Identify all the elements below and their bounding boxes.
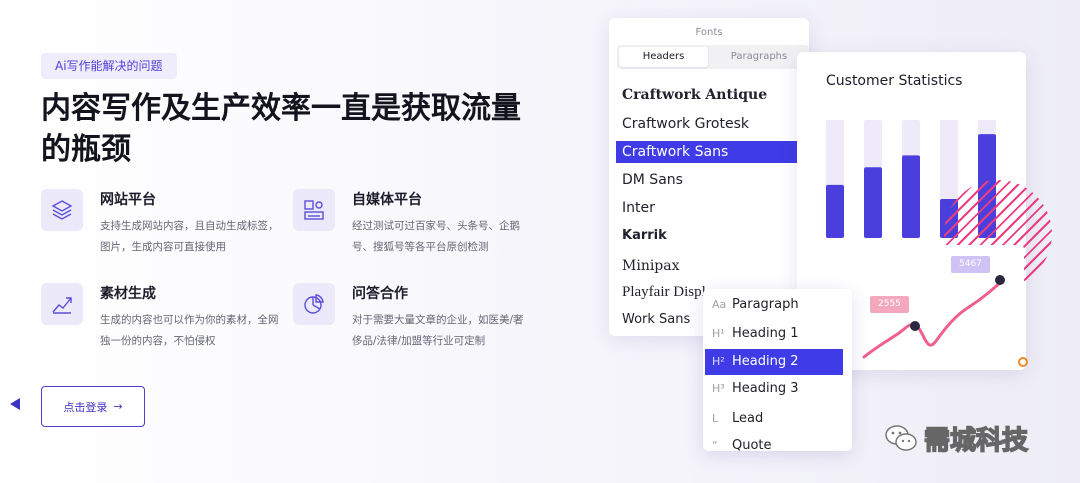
wechat-icon	[885, 425, 917, 451]
chart-title: Customer Statistics	[826, 73, 963, 89]
feature-desc: 生成的内容也可以作为你的素材，全网独一份的内容，不怕侵权	[100, 314, 279, 347]
heading-1-icon: H¹	[712, 327, 725, 340]
login-button-label: 点击登录	[63, 400, 108, 414]
carousel-prev-icon[interactable]	[10, 398, 20, 410]
data-point	[910, 321, 920, 331]
watermark: 需城科技	[884, 418, 1029, 458]
menu-item-paragraph[interactable]: Aa Paragraph	[703, 292, 852, 318]
feature-material-generation: 素材生成 生成的内容也可以作为你的素材，全网独一份的内容，不怕侵权	[41, 283, 281, 363]
quote-icon: “	[712, 439, 718, 452]
watermark-text: 需城科技	[923, 425, 1029, 457]
heading-2-icon: H²	[712, 355, 725, 368]
menu-item-label: Heading 2	[732, 354, 799, 369]
font-option[interactable]: Work Sans	[622, 309, 690, 331]
feature-desc: 支持生成网站内容，且自动生成标签，图片，生成内容可直接使用	[100, 220, 279, 253]
font-option-selected[interactable]: Craftwork Sans	[616, 141, 804, 163]
feature-qa-cooperation: 问答合作 对于需要大量文章的企业，如医美/奢侈品/法律/加盟等行业可定制	[293, 283, 533, 363]
heading-3-icon: H³	[712, 382, 725, 395]
paragraph-icon: Aa	[712, 298, 727, 311]
menu-item-label: Paragraph	[732, 297, 799, 312]
tab-headers[interactable]: Headers	[619, 47, 708, 67]
layers-icon	[41, 189, 83, 231]
feature-title: 网站平台	[100, 192, 156, 208]
orange-dot-decoration	[1018, 357, 1028, 367]
feature-website-platform: 网站平台 支持生成网站内容，且自动生成标签，图片，生成内容可直接使用	[41, 189, 281, 269]
lead-icon: L	[712, 412, 719, 425]
media-icon	[293, 189, 335, 231]
growth-chart-icon	[41, 283, 83, 325]
menu-item-quote[interactable]: “ Quote	[703, 433, 852, 459]
bar	[902, 155, 920, 238]
fonts-panel-title: Fonts	[695, 27, 723, 38]
font-option[interactable]: DM Sans	[622, 169, 683, 191]
pie-chart-icon	[293, 283, 335, 325]
font-option[interactable]: Craftwork Grotesk	[622, 113, 749, 135]
feature-desc: 经过测试可过百家号、头条号、企鹅号、搜狐号等各平台原创检测	[352, 220, 520, 253]
font-option[interactable]: Inter	[622, 197, 655, 219]
feature-title: 问答合作	[352, 286, 408, 302]
menu-item-heading-2[interactable]: H² Heading 2	[705, 349, 843, 375]
menu-item-heading-3[interactable]: H³ Heading 3	[703, 376, 852, 402]
menu-item-lead[interactable]: L Lead	[703, 406, 852, 432]
bar	[864, 167, 882, 238]
page-headline: 内容写作及生产效率一直是获取流量的瓶颈	[41, 91, 521, 167]
feature-desc: 对于需要大量文章的企业，如医美/奢侈品/法律/加盟等行业可定制	[352, 314, 524, 347]
feature-title: 自媒体平台	[352, 192, 422, 208]
fonts-tabs: Headers Paragraphs	[617, 45, 809, 69]
menu-item-label: Quote	[732, 438, 772, 453]
menu-item-label: Heading 1	[732, 326, 799, 341]
menu-item-label: Lead	[732, 411, 764, 426]
font-option[interactable]: Craftwork Antique	[622, 84, 767, 106]
feature-title: 素材生成	[100, 286, 156, 302]
menu-item-heading-1[interactable]: H¹ Heading 1	[703, 321, 852, 347]
value-tag: 5467	[951, 256, 990, 273]
section-badge: Ai写作能解决的问题	[41, 53, 177, 79]
data-point	[995, 275, 1005, 285]
feature-media-platform: 自媒体平台 经过测试可过百家号、头条号、企鹅号、搜狐号等各平台原创检测	[293, 189, 533, 269]
arrow-right-icon: →	[113, 400, 123, 413]
tab-paragraphs[interactable]: Paragraphs	[711, 47, 807, 67]
font-option[interactable]: Karrik	[622, 225, 667, 247]
value-tag: 2555	[870, 296, 909, 313]
paragraph-style-menu: Aa Paragraph H¹ Heading 1 H² Heading 2 H…	[703, 289, 852, 453]
bar	[826, 184, 844, 238]
login-button[interactable]: 点击登录 →	[41, 386, 145, 427]
font-option[interactable]: Minipax	[622, 255, 680, 277]
menu-item-label: Heading 3	[732, 381, 799, 396]
